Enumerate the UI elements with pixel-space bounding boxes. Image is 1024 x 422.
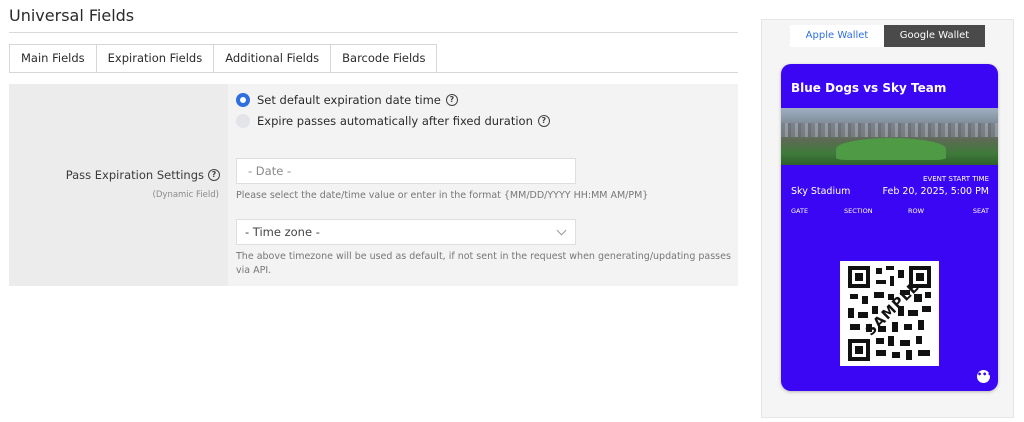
page-title: Universal Fields	[9, 6, 135, 25]
radio-unselected-icon[interactable]	[236, 114, 250, 128]
option-fixed-duration-label: Expire passes automatically after fixed …	[257, 114, 533, 128]
event-start-label: EVENT START TIME	[923, 175, 989, 183]
timezone-select[interactable]: - Time zone -	[236, 219, 576, 245]
title-divider	[9, 32, 738, 33]
seat-field-gate: GATE	[791, 207, 809, 215]
event-date: Feb 20, 2025, 5:00 PM	[882, 186, 989, 197]
option-default-expiration-label: Set default expiration date time	[257, 93, 441, 107]
seat-field-section: SECTION	[844, 207, 873, 215]
stadium-banner-image	[781, 108, 998, 165]
help-icon[interactable]: ?	[208, 169, 220, 181]
tab-apple-wallet[interactable]: Apple Wallet	[790, 25, 884, 47]
form-label-column: Pass Expiration Settings ? (Dynamic Fiel…	[9, 84, 228, 286]
option-default-expiration[interactable]: Set default expiration date time ?	[236, 93, 458, 107]
date-input[interactable]: - Date -	[236, 158, 576, 184]
pass-card: Blue Dogs vs Sky Team EVENT START TIME S…	[781, 64, 998, 391]
radio-selected-icon[interactable]	[236, 93, 250, 107]
timezone-hint: The above timezone will be used as defau…	[236, 251, 731, 276]
pass-preview-panel: Apple Wallet Google Wallet Blue Dogs vs …	[761, 19, 1014, 418]
venue-name: Sky Stadium	[791, 186, 851, 197]
tab-google-wallet[interactable]: Google Wallet	[884, 25, 985, 47]
banner-stands	[781, 123, 998, 137]
pass-title: Blue Dogs vs Sky Team	[791, 81, 947, 95]
more-icon[interactable]: •••	[977, 370, 992, 383]
barcode-area: SAMPLE	[840, 261, 939, 366]
field-tabs: Main Fields Expiration Fields Additional…	[9, 44, 438, 73]
help-icon[interactable]: ?	[537, 115, 550, 127]
banner-field	[836, 138, 946, 160]
timezone-select-value: - Time zone -	[245, 225, 320, 239]
tab-main-fields[interactable]: Main Fields	[9, 44, 96, 73]
tab-expiration-fields[interactable]: Expiration Fields	[95, 44, 214, 73]
pass-expiration-label: Pass Expiration Settings ?	[66, 168, 220, 182]
pass-expiration-label-text: Pass Expiration Settings	[65, 168, 204, 182]
seat-field-row: ROW	[908, 207, 925, 215]
date-format-hint: Please select the date/time value or ent…	[236, 190, 649, 201]
tab-additional-fields[interactable]: Additional Fields	[213, 44, 331, 73]
tab-barcode-fields[interactable]: Barcode Fields	[330, 44, 438, 73]
tabs-divider	[9, 72, 738, 73]
help-icon[interactable]: ?	[445, 94, 458, 106]
seat-field-seat: SEAT	[972, 207, 989, 215]
chevron-down-icon	[556, 225, 567, 236]
dynamic-field-note: (Dynamic Field)	[152, 190, 219, 200]
option-fixed-duration[interactable]: Expire passes automatically after fixed …	[236, 114, 550, 128]
